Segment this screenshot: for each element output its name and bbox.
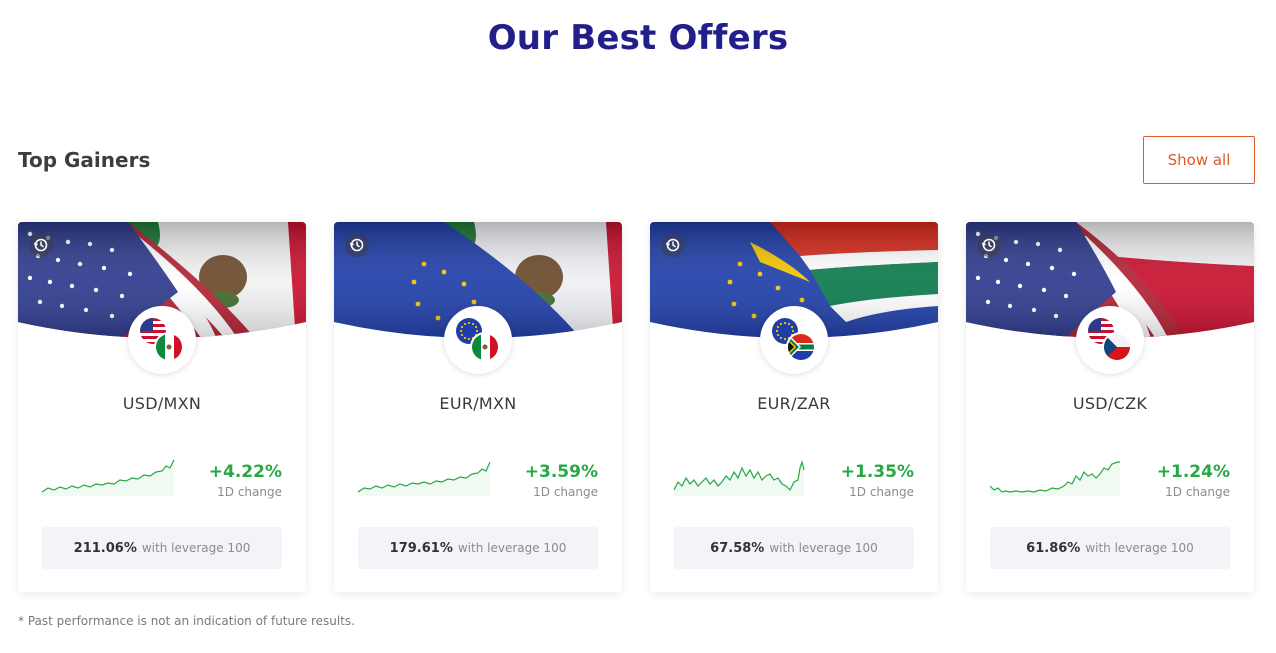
sparkline-chart <box>673 459 805 496</box>
change-label: 1D change <box>533 485 598 499</box>
change-value: +3.59% <box>524 462 598 482</box>
pair-name: EUR/MXN <box>439 394 517 413</box>
sparkline-chart <box>357 461 491 496</box>
change-value: +1.35% <box>840 462 914 482</box>
show-all-button[interactable]: Show all <box>1143 136 1255 184</box>
change-block: +1.24% 1D change <box>1157 462 1230 499</box>
change-block: +1.35% 1D change <box>841 462 914 499</box>
currency-flags-badge <box>444 306 512 374</box>
change-label: 1D change <box>217 485 282 499</box>
pair-name: EUR/ZAR <box>757 394 831 413</box>
pair-name: USD/MXN <box>122 394 202 413</box>
leverage-box: 67.58% with leverage 100 <box>674 527 914 569</box>
change-label: 1D change <box>1165 485 1230 499</box>
leverage-label: with leverage 100 <box>1085 541 1194 555</box>
cz-flag-icon <box>1102 332 1132 362</box>
page-title: Our Best Offers <box>487 18 789 58</box>
change-block: +4.22% 1D change <box>209 462 282 499</box>
change-value: +4.22% <box>208 462 282 482</box>
change-label: 1D change <box>849 485 914 499</box>
currency-flags-badge <box>128 306 196 374</box>
offer-card-usd-mxn[interactable]: USD/MXN +4.22% 1D change 211.06% with le… <box>18 222 306 592</box>
change-value: +1.24% <box>1156 462 1230 482</box>
leverage-box: 179.61% with leverage 100 <box>358 527 598 569</box>
za-flag-icon <box>786 332 816 362</box>
mx-flag-icon <box>470 332 500 362</box>
leverage-value: 67.58% <box>710 540 765 556</box>
section-title: Top Gainers <box>18 148 151 172</box>
leverage-label: with leverage 100 <box>769 541 878 555</box>
history-icon[interactable] <box>661 233 685 257</box>
currency-flags-badge <box>1076 306 1144 374</box>
leverage-value: 211.06% <box>73 540 137 556</box>
pair-name: USD/CZK <box>1072 394 1148 413</box>
mx-flag-icon <box>154 332 184 362</box>
sparkline-chart <box>41 459 175 496</box>
offer-card-usd-czk[interactable]: USD/CZK +1.24% 1D change 61.86% with lev… <box>966 222 1254 592</box>
leverage-value: 179.61% <box>389 540 453 556</box>
currency-flags-badge <box>760 306 828 374</box>
leverage-label: with leverage 100 <box>457 541 567 555</box>
offer-card-eur-mxn[interactable]: EUR/MXN +3.59% 1D change 179.61% with le… <box>334 222 622 592</box>
leverage-label: with leverage 100 <box>141 541 251 555</box>
change-block: +3.59% 1D change <box>525 462 598 499</box>
leverage-box: 61.86% with leverage 100 <box>990 527 1230 569</box>
history-icon[interactable] <box>29 233 53 257</box>
history-icon[interactable] <box>977 233 1001 257</box>
sparkline-chart <box>989 461 1120 496</box>
disclaimer-text: * Past performance is not an indication … <box>18 614 355 628</box>
history-icon[interactable] <box>345 233 369 257</box>
offer-card-eur-zar[interactable]: EUR/ZAR +1.35% 1D change 67.58% with lev… <box>650 222 938 592</box>
leverage-value: 61.86% <box>1026 540 1081 556</box>
leverage-box: 211.06% with leverage 100 <box>42 527 282 569</box>
